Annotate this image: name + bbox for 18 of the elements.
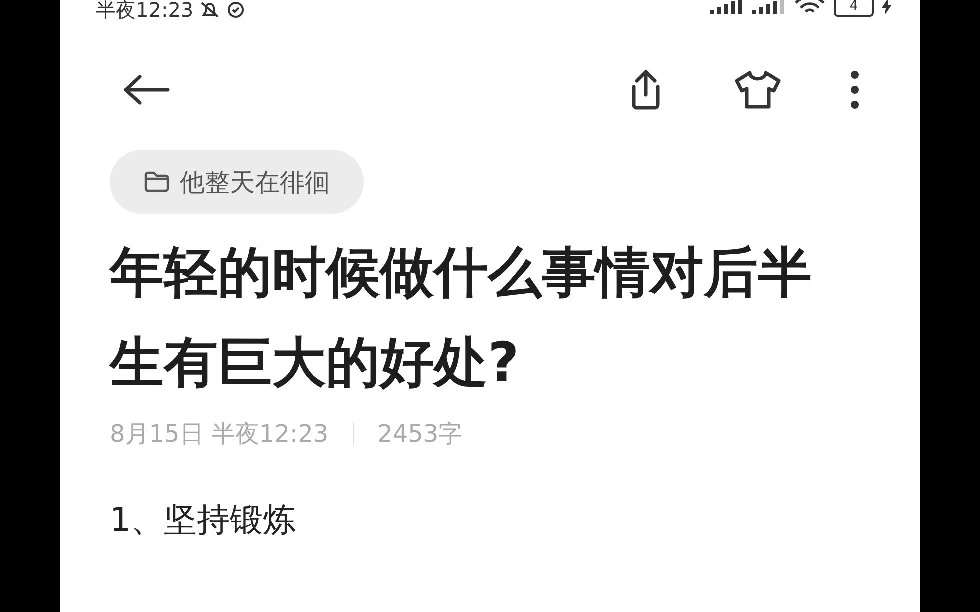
note-date: 8月15日 半夜12:23 bbox=[110, 419, 329, 450]
alarm-icon bbox=[226, 1, 246, 19]
folder-name: 他整天在徘徊 bbox=[180, 166, 330, 198]
more-button[interactable] bbox=[850, 70, 860, 110]
signal-icon bbox=[710, 0, 744, 14]
shirt-button[interactable] bbox=[734, 70, 782, 110]
bell-off-icon bbox=[200, 1, 220, 19]
word-count: 2453字 bbox=[378, 419, 463, 450]
battery-level: 4 bbox=[834, 0, 874, 17]
status-time: 半夜12:23 bbox=[96, 0, 194, 20]
note-title: 年轻的时候做什么事情对后半生有巨大的好处? bbox=[110, 240, 813, 396]
back-button[interactable] bbox=[122, 74, 170, 106]
note-paragraph: 1、坚持锻炼 bbox=[110, 499, 297, 541]
wifi-icon bbox=[794, 0, 826, 15]
signal-icon bbox=[752, 0, 786, 14]
folder-icon bbox=[144, 171, 170, 193]
folder-chip[interactable]: 他整天在徘徊 bbox=[110, 150, 364, 214]
charging-icon bbox=[882, 0, 892, 15]
